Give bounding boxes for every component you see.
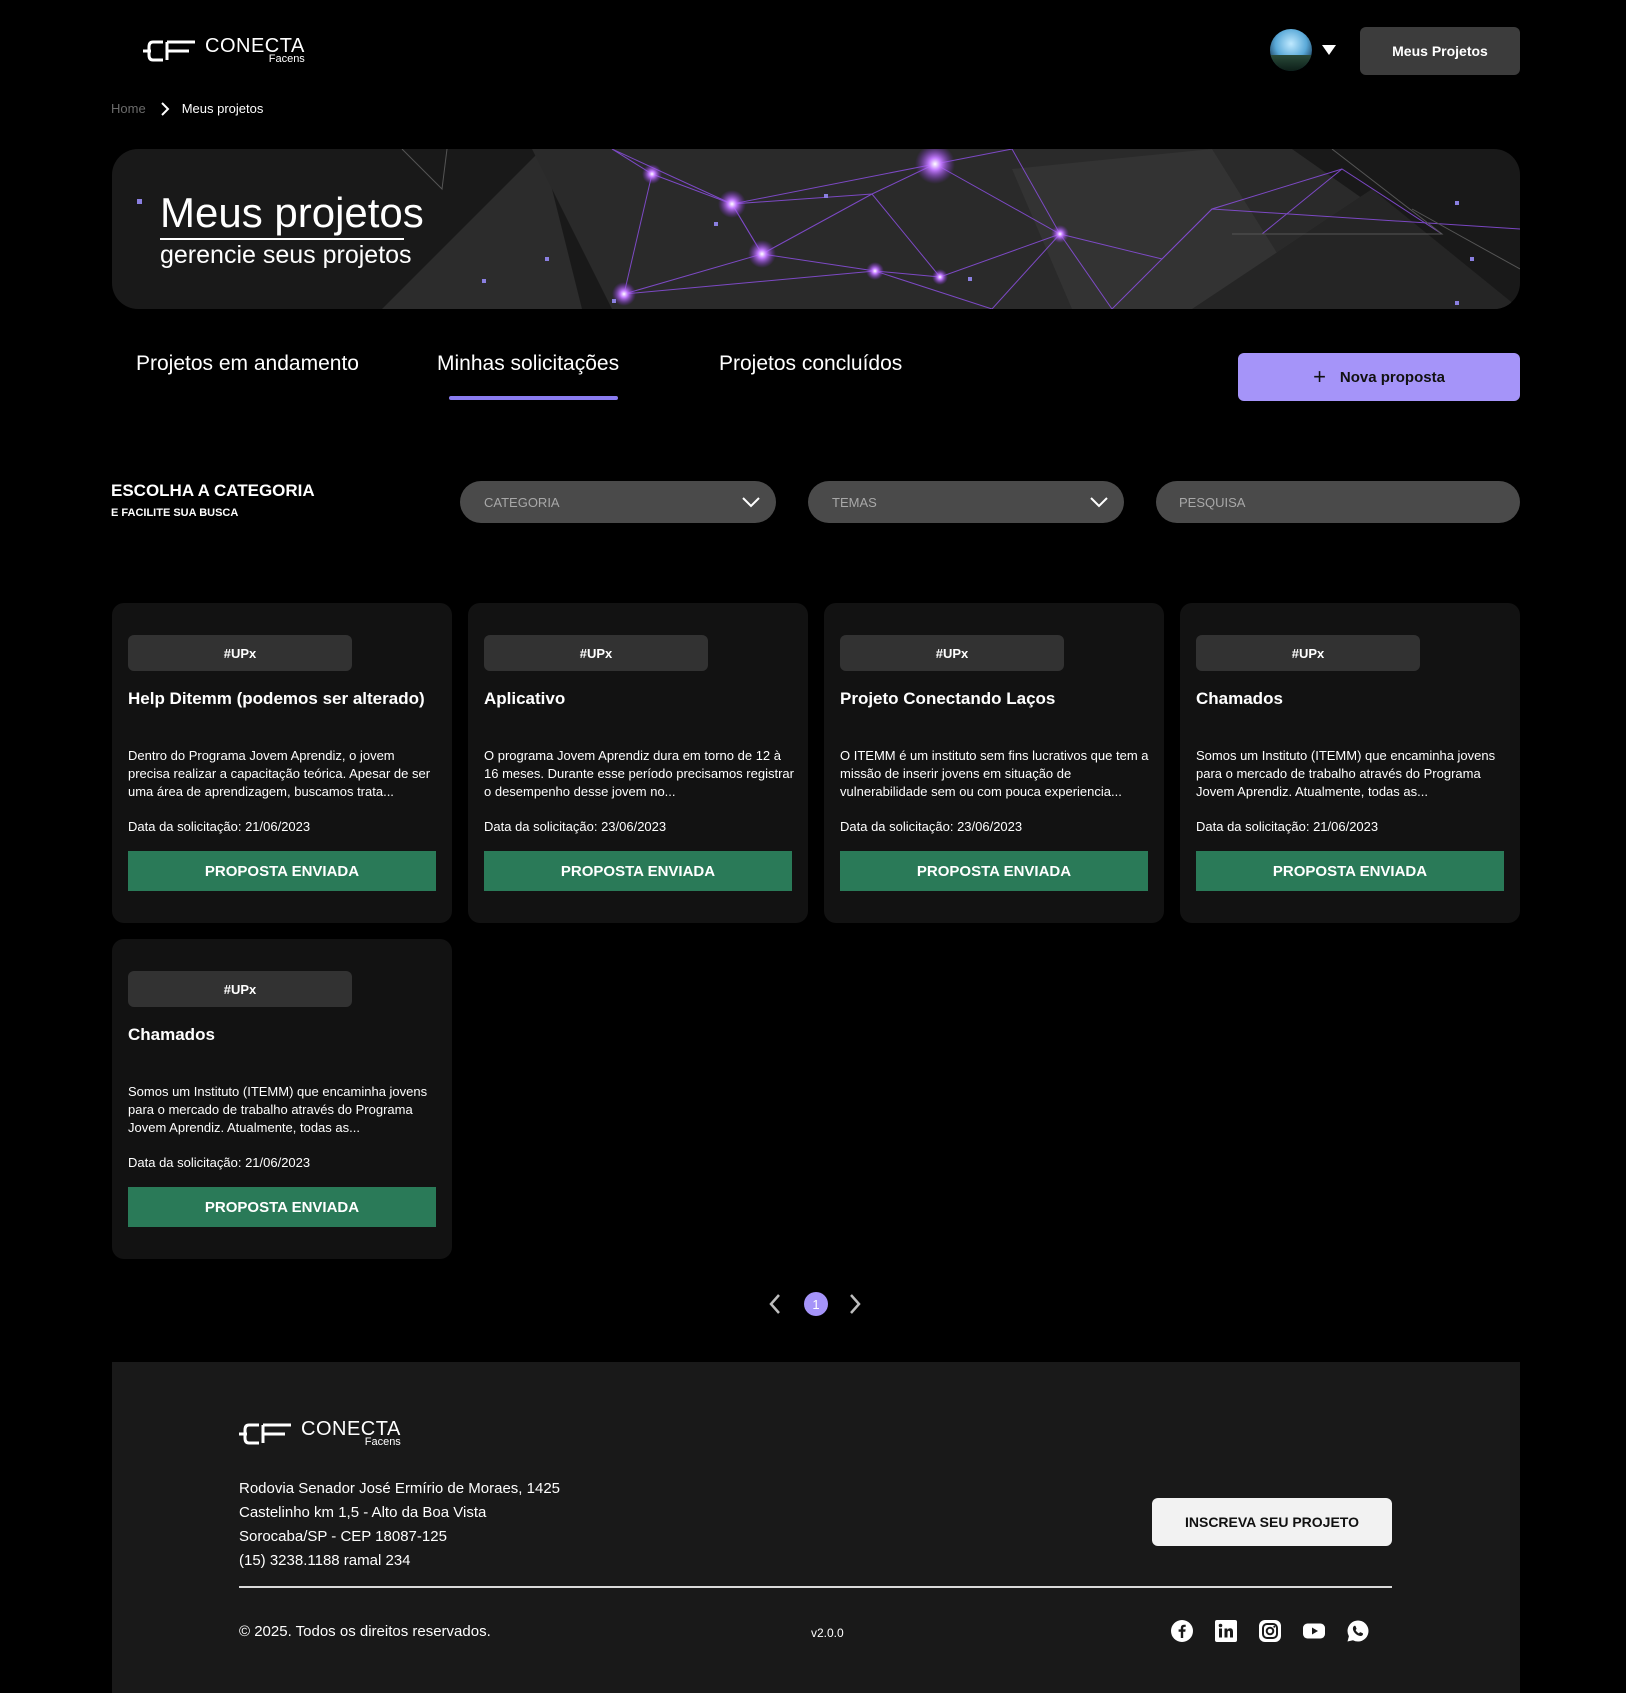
card-date: Data da solicitação: 21/06/2023 [1196, 819, 1379, 834]
card-title: Aplicativo [484, 689, 566, 708]
caret-down-icon[interactable] [1322, 45, 1336, 55]
address-line: Rodovia Senador José Ermírio de Moraes, … [239, 1480, 561, 1497]
active-tab-indicator [449, 396, 618, 400]
filter-title: ESCOLHA A CATEGORIA [111, 481, 315, 500]
my-projects-button[interactable]: Meus Projetos [1360, 27, 1520, 75]
youtube-icon[interactable] [1302, 1619, 1326, 1643]
avatar[interactable] [1270, 29, 1312, 71]
title-underline [160, 238, 404, 240]
facebook-icon[interactable] [1170, 1619, 1194, 1643]
card-description: Somos um Instituto (ITEMM) que encaminha… [128, 1084, 428, 1135]
card-title: Chamados [1196, 689, 1283, 708]
new-proposal-button[interactable]: + Nova proposta [1238, 353, 1520, 401]
tab-my-requests[interactable]: Minhas solicitações [437, 352, 619, 376]
brand-sub: Facens [268, 53, 305, 65]
card-date: Data da solicitação: 21/06/2023 [128, 1155, 311, 1170]
brand-sub: Facens [364, 1436, 401, 1448]
footer-logo[interactable]: CONECTA Facens [239, 1419, 401, 1448]
logo-mark-icon [143, 40, 195, 61]
project-card[interactable]: #UPx Projeto Conectando Laços O ITEMM é … [824, 603, 1164, 923]
card-description: Dentro do Programa Jovem Aprendiz, o jov… [128, 748, 431, 799]
chevron-down-icon [742, 497, 760, 508]
card-description: O programa Jovem Aprendiz dura em torno … [484, 748, 794, 799]
address: Rodovia Senador José Ermírio de Moraes, … [239, 1477, 560, 1573]
tab-in-progress[interactable]: Projetos em andamento [136, 352, 359, 376]
page-number[interactable]: 1 [804, 1292, 828, 1316]
footer: CONECTA Facens Rodovia Senador José Ermí… [112, 1362, 1520, 1693]
card-tag: #UPx [128, 635, 352, 671]
card-title: Chamados [128, 1025, 215, 1044]
card-tag: #UPx [128, 971, 352, 1007]
card-date: Data da solicitação: 23/06/2023 [840, 819, 1023, 834]
subscribe-project-button[interactable]: INSCREVA SEU PROJETO [1152, 1498, 1392, 1546]
card-date: Data da solicitação: 23/06/2023 [484, 819, 667, 834]
copyright: © 2025. Todos os direitos reservados. [239, 1623, 491, 1640]
category-select[interactable]: CATEGORIA [460, 481, 776, 523]
chevron-down-icon [1090, 497, 1108, 508]
themes-placeholder: TEMAS [832, 494, 877, 510]
instagram-icon[interactable] [1258, 1619, 1282, 1643]
logo-mark-icon [239, 1423, 291, 1444]
breadcrumb-home[interactable]: Home [111, 101, 146, 116]
header-logo[interactable]: CONECTA Facens [143, 36, 305, 65]
project-card[interactable]: #UPx Aplicativo O programa Jovem Aprendi… [468, 603, 808, 923]
phone: (15) 3238.1188 ramal 234 [239, 1552, 411, 1569]
social-links [1170, 1619, 1370, 1643]
tab-completed[interactable]: Projetos concluídos [719, 352, 902, 376]
footer-divider [239, 1586, 1392, 1588]
chevron-right-icon [160, 101, 170, 116]
address-line: Castelinho km 1,5 - Alto da Boa Vista [239, 1504, 487, 1521]
plus-icon: + [1313, 364, 1326, 389]
chevron-left-icon[interactable] [768, 1293, 782, 1315]
status-button[interactable]: PROPOSTA ENVIADA [1196, 851, 1504, 891]
version: v2.0.0 [811, 1626, 844, 1640]
page-subtitle: gerencie seus projetos [160, 241, 412, 269]
card-date: Data da solicitação: 21/06/2023 [128, 819, 311, 834]
hero-dot [137, 199, 142, 204]
new-proposal-label: Nova proposta [1339, 368, 1445, 386]
project-card[interactable]: #UPx Chamados Somos um Instituto (ITEMM)… [1180, 603, 1520, 923]
address-line: Sorocaba/SP - CEP 18087-125 [239, 1528, 447, 1545]
page-title: Meus projetos [160, 189, 424, 236]
status-button[interactable]: PROPOSTA ENVIADA [840, 851, 1148, 891]
category-placeholder: CATEGORIA [484, 494, 560, 510]
breadcrumb: Home Meus projetos [111, 101, 263, 116]
hero-banner: Meus projetos gerencie seus projetos [112, 149, 1520, 309]
filter-subtitle: E FACILITE SUA BUSCA [111, 507, 239, 519]
themes-select[interactable]: TEMAS [808, 481, 1124, 523]
status-button[interactable]: PROPOSTA ENVIADA [128, 851, 436, 891]
status-button[interactable]: PROPOSTA ENVIADA [484, 851, 792, 891]
whatsapp-icon[interactable] [1346, 1619, 1370, 1643]
card-tag: #UPx [484, 635, 708, 671]
card-description: O ITEMM é um instituto sem fins lucrativ… [840, 748, 1149, 799]
project-card[interactable]: #UPx Help Ditemm (podemos ser alterado) … [112, 603, 452, 923]
chevron-right-icon[interactable] [848, 1293, 862, 1315]
breadcrumb-current: Meus projetos [181, 101, 264, 116]
project-card[interactable]: #UPx Chamados Somos um Instituto (ITEMM)… [112, 939, 452, 1259]
linkedin-icon[interactable] [1214, 1619, 1238, 1643]
card-title: Help Ditemm (podemos ser alterado) [128, 689, 425, 708]
search-input[interactable] [1156, 481, 1520, 523]
card-tag: #UPx [1196, 635, 1420, 671]
card-tag: #UPx [840, 635, 1064, 671]
card-title: Projeto Conectando Laços [840, 689, 1056, 708]
status-button[interactable]: PROPOSTA ENVIADA [128, 1187, 436, 1227]
card-description: Somos um Instituto (ITEMM) que encaminha… [1196, 748, 1496, 799]
